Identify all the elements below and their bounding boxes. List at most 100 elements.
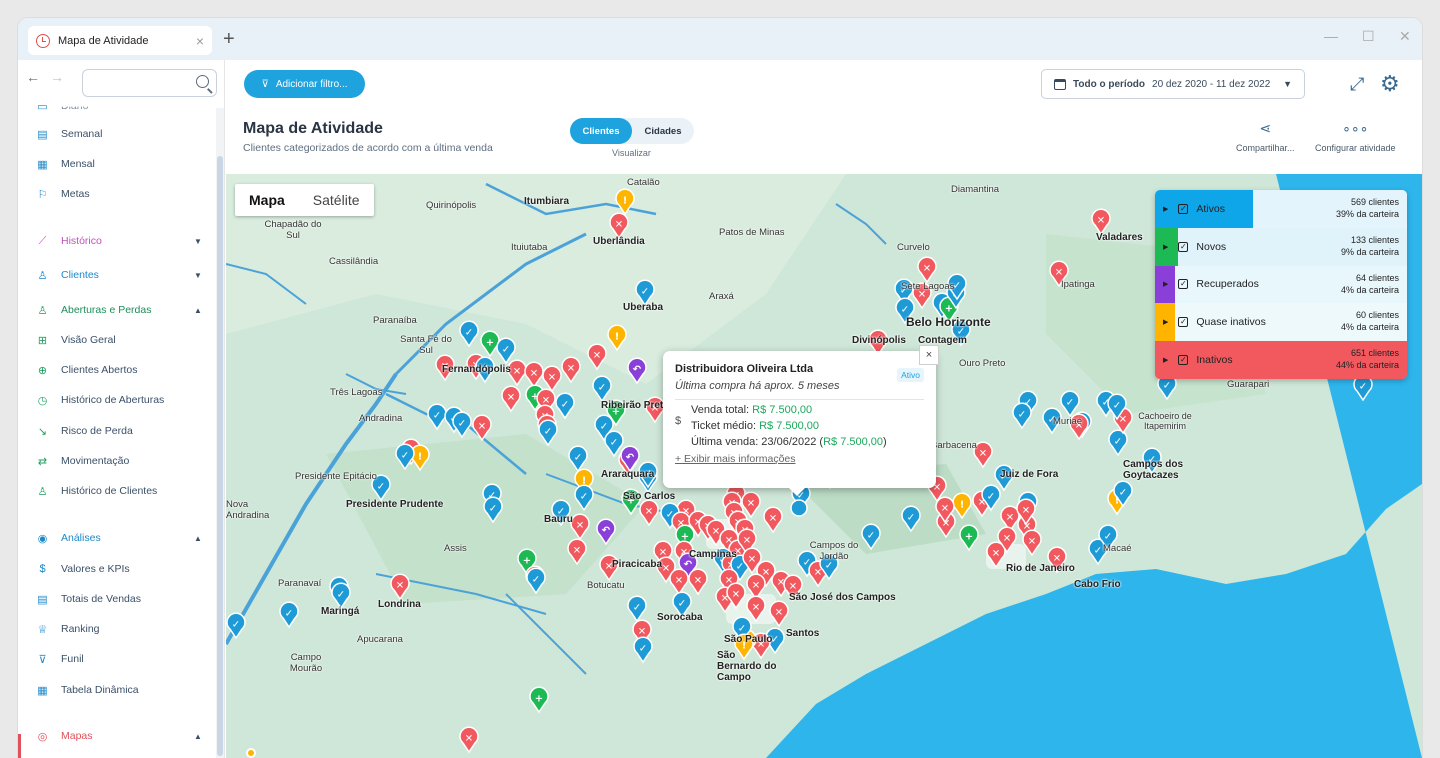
- sidebar-item-semanal[interactable]: ▤ Semanal: [36, 124, 102, 144]
- chevron-down-icon: ▼: [194, 270, 202, 280]
- legend-checkbox[interactable]: ✓: [1178, 355, 1189, 366]
- legend-row[interactable]: ▶ ✓ Inativos 651 clientes 44% da carteira: [1155, 341, 1407, 379]
- sidebar-item-totais-vendas[interactable]: ▤ Totais de Vendas: [36, 589, 141, 609]
- back-arrow-icon[interactable]: ←: [26, 69, 40, 85]
- city-label: Fernandópolis: [442, 364, 511, 375]
- sidebar-section-historico[interactable]: ⟋ Histórico ▼: [36, 231, 202, 251]
- svg-text:✓: ✓: [639, 644, 647, 655]
- sidebar-section-mapas[interactable]: ◎ Mapas ▲: [36, 726, 202, 746]
- svg-text:✓: ✓: [433, 411, 441, 422]
- app-window: Mapa de Atividade × + — ☐ ✕ ← → ▭ Diário …: [18, 18, 1422, 758]
- toggle-cidades[interactable]: Cidades: [632, 118, 694, 144]
- svg-text:✓: ✓: [1359, 382, 1367, 393]
- expand-caret-icon[interactable]: ▶: [1163, 356, 1168, 364]
- sidebar-item-movimentacao[interactable]: ⇄ Movimentação: [36, 451, 129, 471]
- browser-tab[interactable]: Mapa de Atividade ×: [28, 26, 212, 55]
- sidebar-item-visao-geral[interactable]: ⊞ Visão Geral: [36, 330, 116, 350]
- svg-text:✕: ✕: [769, 514, 777, 525]
- city-label: Campos do Jordão: [809, 540, 859, 562]
- svg-text:✓: ✓: [1113, 401, 1121, 412]
- legend-checkbox[interactable]: ✓: [1178, 203, 1189, 214]
- svg-text:✕: ✕: [593, 351, 601, 362]
- page-title: Mapa de Atividade: [243, 120, 383, 137]
- expand-caret-icon[interactable]: ▶: [1163, 205, 1168, 213]
- tab-close-icon[interactable]: ×: [196, 33, 204, 49]
- sidebar-item-risco-perda[interactable]: ↘ Risco de Perda: [36, 421, 133, 441]
- scrollbar-thumb[interactable]: [217, 156, 223, 756]
- share-label: Compartilhar...: [1236, 143, 1295, 153]
- user-history-icon: ♙: [37, 485, 48, 498]
- svg-text:✕: ✕: [1006, 513, 1014, 524]
- svg-text:✕: ✕: [752, 581, 760, 592]
- sidebar-item-funil[interactable]: ⊽ Funil: [36, 649, 83, 669]
- sidebar-item-mensal[interactable]: ▦ Mensal: [36, 154, 95, 174]
- legend-checkbox[interactable]: ✓: [1178, 317, 1189, 328]
- svg-text:✓: ✓: [337, 590, 345, 601]
- forward-arrow-icon[interactable]: →: [50, 69, 64, 85]
- map-type-map[interactable]: Mapa: [235, 184, 299, 216]
- selected-marker[interactable]: [790, 499, 808, 517]
- svg-text:✕: ✕: [1028, 537, 1036, 548]
- sidebar-item-ranking[interactable]: ♕ Ranking: [36, 619, 100, 639]
- sidebar-section-analises[interactable]: ◉ Análises ▲: [36, 528, 202, 548]
- show-more-link[interactable]: + Exibir mais informações: [675, 453, 924, 465]
- svg-text:✕: ✕: [478, 422, 486, 433]
- legend-checkbox[interactable]: ✓: [1178, 279, 1189, 290]
- toggle-clientes[interactable]: Clientes: [570, 118, 632, 144]
- legend-row[interactable]: ▶ ✓ Ativos 569 clientes 39% da carteira: [1155, 190, 1407, 228]
- sidebar-item-metas[interactable]: ⚐ Metas: [36, 184, 90, 204]
- legend-row[interactable]: ▶ ✓ Recuperados 64 clientes 4% da carteira: [1155, 265, 1407, 304]
- more-icon: ∘∘∘: [1342, 120, 1369, 136]
- sidebar-item-valores-kpis[interactable]: $ Valores e KPIs: [36, 559, 129, 579]
- add-filter-button[interactable]: ⊽ Adicionar filtro...: [244, 70, 365, 98]
- sidebar-item-historico-aberturas[interactable]: ◷ Histórico de Aberturas: [36, 390, 165, 410]
- sidebar-item-tabela-dinamica[interactable]: ▦ Tabela Dinâmica: [36, 680, 138, 700]
- svg-text:!: !: [623, 196, 628, 207]
- legend-checkbox[interactable]: ✓: [1178, 241, 1189, 252]
- map-type-satellite[interactable]: Satélite: [299, 184, 374, 216]
- minimize-icon[interactable]: —: [1324, 28, 1338, 44]
- city-label: Campinas: [689, 549, 737, 560]
- svg-text:✕: ✕: [638, 627, 646, 638]
- city-label: Paranavaí: [278, 578, 322, 589]
- sidebar-search-input[interactable]: [82, 69, 217, 97]
- sidebar-section-clientes[interactable]: ♙ Clientes ▼: [36, 265, 202, 285]
- pegman-icon[interactable]: [246, 748, 256, 758]
- gear-icon[interactable]: ⚙: [1380, 71, 1400, 97]
- legend-row[interactable]: ▶ ✓ Novos 133 clientes 9% da carteira: [1155, 227, 1407, 266]
- maximize-icon[interactable]: ☐: [1362, 28, 1375, 45]
- share-button[interactable]: ⋖ Compartilhar...: [1236, 120, 1295, 153]
- activity-map[interactable]: !✕✓✓+✓!✕↶✕✕✓✕✕✕✕✓+✕✕✓✕✓✓✓✕✕+✓✓✕✓✕!✓✕↶✓!✓…: [226, 174, 1422, 758]
- svg-text:✓: ✓: [458, 419, 466, 430]
- svg-text:✕: ✕: [789, 582, 797, 593]
- configure-activity-button[interactable]: ∘∘∘ Configurar atividade: [1315, 120, 1396, 153]
- expand-caret-icon[interactable]: ▶: [1163, 280, 1168, 288]
- period-selector[interactable]: Todo o período 20 dez 2020 - 11 dez 2022…: [1041, 69, 1305, 99]
- main-content: ⊽ Adicionar filtro... Todo o período 20 …: [226, 60, 1422, 758]
- sidebar-item-diario-partial[interactable]: ▭ Diário: [36, 96, 88, 116]
- city-label: Santa Fé do Sul: [400, 334, 452, 356]
- window-close-icon[interactable]: ✕: [1399, 28, 1411, 45]
- calendar-week-icon: ▤: [37, 128, 48, 141]
- sidebar-section-aberturas[interactable]: ♙ Aberturas e Perdas ▲: [36, 300, 202, 320]
- new-tab-icon[interactable]: +: [223, 28, 235, 51]
- svg-text:✓: ✓: [1163, 381, 1171, 392]
- search-icon[interactable]: [196, 75, 209, 88]
- fullscreen-icon[interactable]: ⤢: [1350, 74, 1364, 95]
- svg-text:✓: ✓: [907, 513, 915, 524]
- legend-row[interactable]: ▶ ✓ Quase inativos 60 clientes 4% da carteir…: [1155, 303, 1407, 342]
- expand-caret-icon[interactable]: ▶: [1163, 243, 1168, 251]
- view-toggle: Clientes Cidades: [570, 118, 694, 144]
- sidebar-item-clientes-abertos[interactable]: ⊕ Clientes Abertos: [36, 360, 138, 380]
- svg-text:✓: ✓: [1066, 398, 1074, 409]
- city-label: Ituiutaba: [511, 242, 548, 253]
- city-label: Ipatinga: [1061, 279, 1095, 290]
- sidebar-item-label: Mensal: [61, 158, 95, 170]
- city-label: Londrina: [378, 599, 421, 610]
- expand-caret-icon[interactable]: ▶: [1163, 318, 1168, 326]
- sidebar-scrollbar[interactable]: [216, 108, 224, 758]
- popup-close-icon[interactable]: ×: [919, 345, 939, 365]
- legend-label: Recuperados: [1196, 278, 1259, 291]
- sidebar-item-label: Histórico de Clientes: [61, 485, 158, 497]
- sidebar-item-historico-clientes[interactable]: ♙ Histórico de Clientes: [36, 481, 158, 501]
